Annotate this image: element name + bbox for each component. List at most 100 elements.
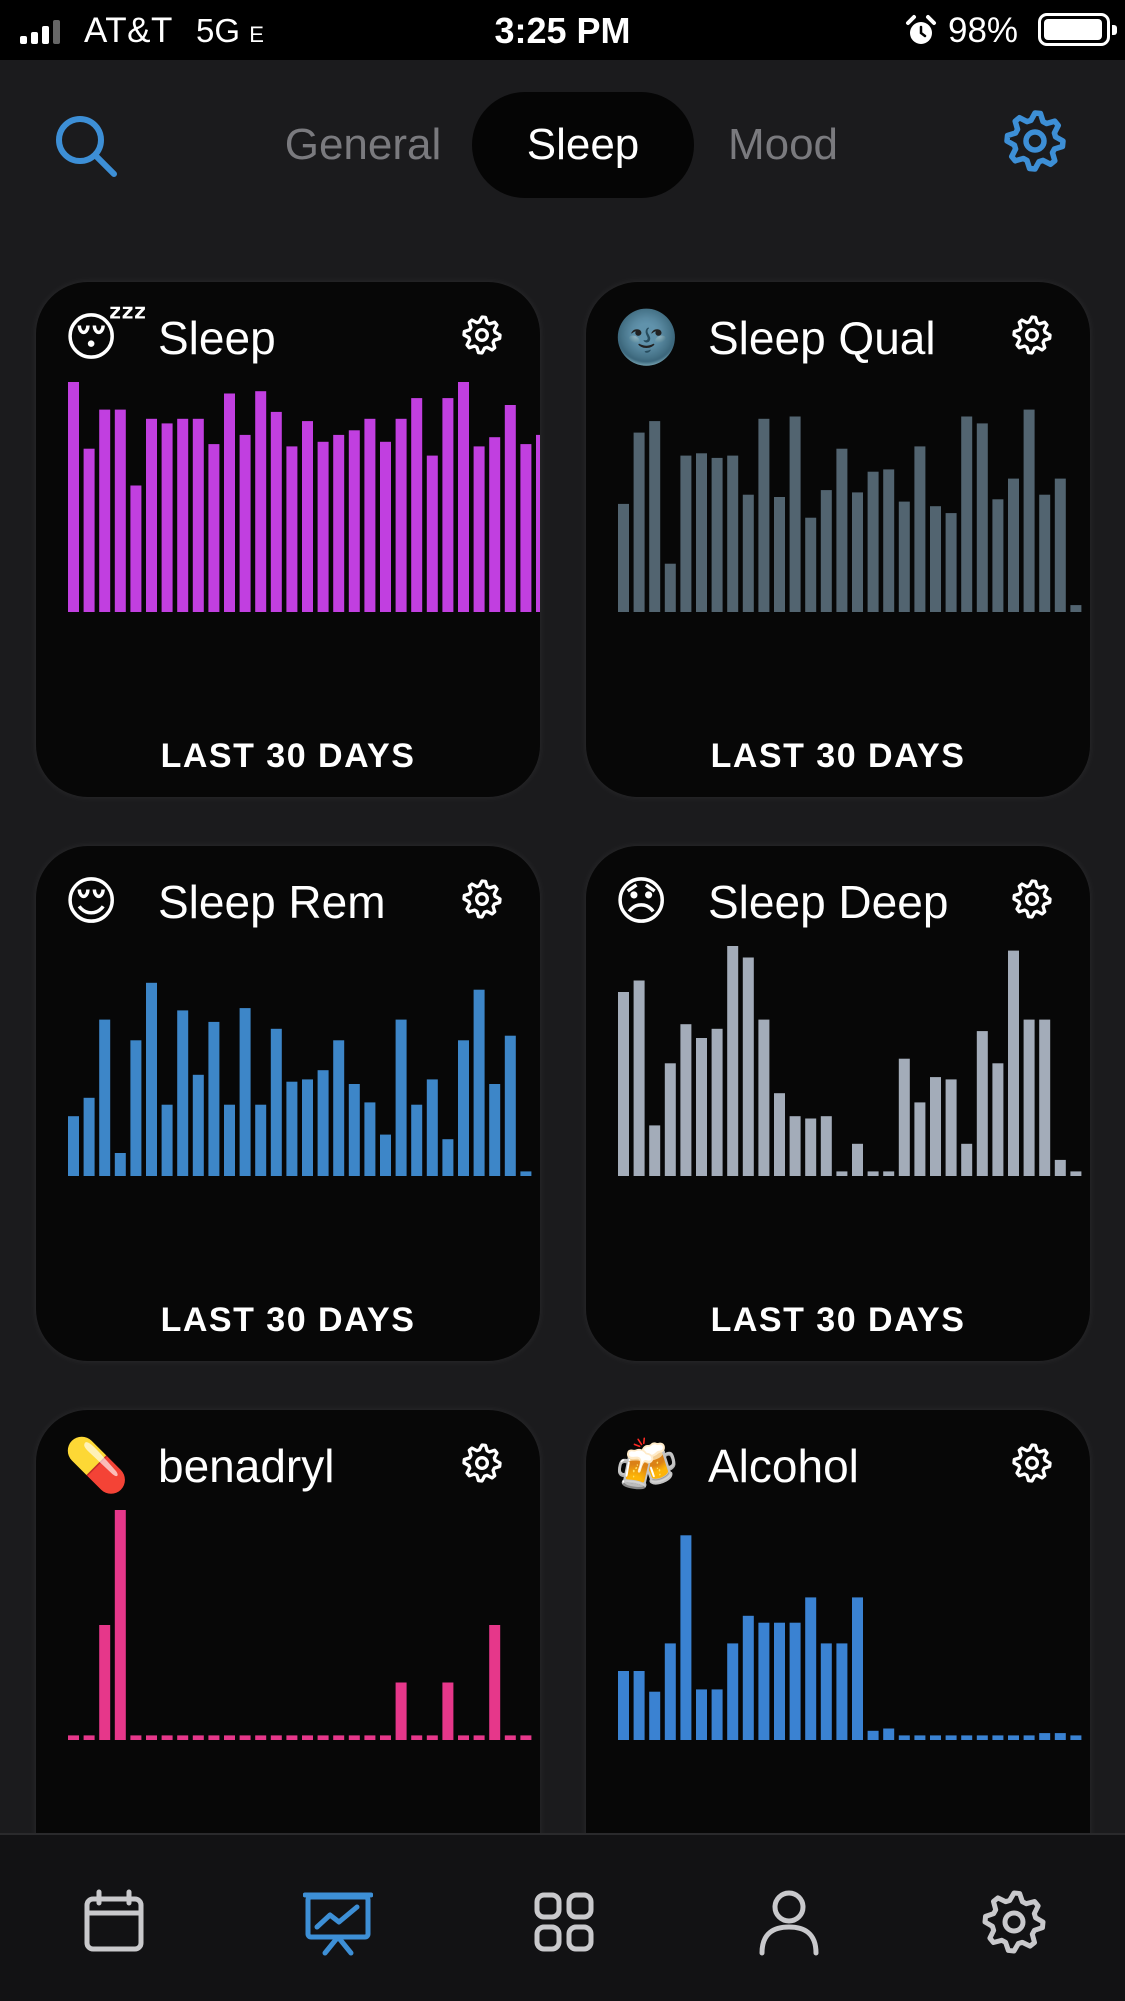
chart-bar [317, 441, 329, 612]
chart-bar [930, 1735, 941, 1740]
chart-bar [380, 1134, 391, 1176]
tracker-card-sleep[interactable]: 😴 Sleep LAST 30 DAYS [36, 282, 540, 797]
chart-bar [1039, 1019, 1051, 1176]
settings-gear-icon[interactable] [1002, 108, 1068, 174]
chart-bar [852, 1597, 863, 1740]
chart-bar [192, 1735, 204, 1740]
card-header: 😌 Sleep Rem [36, 866, 540, 936]
chart-bar [255, 391, 267, 612]
card-settings-gear-icon[interactable] [1010, 313, 1054, 357]
card-settings-gear-icon[interactable] [460, 313, 504, 357]
chart-bar [146, 1735, 157, 1740]
chart-bar [426, 455, 438, 612]
chart-bar [317, 1070, 329, 1176]
chart-bar [473, 446, 485, 612]
chart-bar [945, 1735, 957, 1740]
grid-icon[interactable] [529, 1887, 599, 1957]
chart-bar [649, 1691, 661, 1740]
card-settings-gear-icon[interactable] [460, 1441, 504, 1485]
chart-bar [758, 1622, 770, 1740]
card-header: 🌚 Sleep Qual [586, 302, 1090, 372]
chart-bar [820, 1116, 832, 1176]
card-settings-gear-icon[interactable] [460, 877, 504, 921]
bar-chart [618, 1535, 1082, 1740]
chart-bar [473, 989, 485, 1176]
tab-general[interactable]: General [270, 92, 456, 198]
chart-bar [898, 1058, 910, 1176]
chart-bar [1008, 1735, 1019, 1740]
chart-bar [130, 1735, 142, 1740]
chart-bar [458, 382, 469, 612]
card-header: 💊 benadryl [36, 1430, 540, 1500]
chart-bar [411, 1104, 423, 1176]
chart-bar [789, 416, 801, 612]
chart-bar [898, 1735, 910, 1740]
chart-bar [898, 501, 910, 612]
chart-bar [914, 1735, 926, 1740]
chart-bar [1008, 950, 1019, 1176]
chart-bar [883, 1728, 895, 1740]
card-settings-gear-icon[interactable] [1010, 1441, 1054, 1485]
chart-bar [130, 485, 142, 612]
chart-bar [130, 1040, 142, 1176]
chart-bar [664, 563, 676, 612]
chart-bar [239, 1735, 251, 1740]
chart-bar [680, 1535, 692, 1740]
chart-bar [961, 416, 973, 612]
chart-bar [520, 1735, 532, 1740]
chart-bar [458, 1040, 469, 1176]
tab-sleep[interactable]: Sleep [472, 92, 694, 198]
chart-bar [255, 1735, 267, 1740]
chart-bar [945, 513, 957, 612]
chart-bar [348, 1735, 360, 1740]
chart-bar [161, 1735, 173, 1740]
chart-bar [286, 446, 298, 612]
chart-bar [473, 1735, 485, 1740]
chart-bar [224, 393, 235, 612]
battery-icon [1038, 13, 1117, 46]
chart-bar [883, 469, 895, 612]
chart-bar [270, 411, 282, 612]
chart-bar [820, 1643, 832, 1740]
chart-bar [348, 430, 360, 612]
chart-bar [711, 457, 723, 612]
chart-bar [867, 1730, 879, 1740]
card-settings-gear-icon[interactable] [1010, 877, 1054, 921]
profile-icon[interactable] [754, 1887, 824, 1957]
chart-bar [992, 1735, 1004, 1740]
chart-bar [317, 1735, 329, 1740]
chart-bar [208, 1735, 220, 1740]
chart-bar [1023, 1735, 1035, 1740]
chart-bar [395, 418, 407, 612]
chart-bar [1070, 1735, 1082, 1740]
chart-bar [727, 946, 739, 1176]
chart-bar [836, 1643, 848, 1740]
tracker-card-sleep-deep[interactable]: 😞 Sleep Deep LAST 30 DAYS [586, 846, 1090, 1361]
chart-bar [286, 1735, 298, 1740]
chart-bar [883, 1171, 895, 1176]
chart-bar [442, 1682, 454, 1740]
chart-bar [239, 434, 251, 612]
chart-presentation-icon[interactable] [303, 1887, 373, 1957]
chart-bar [239, 1008, 251, 1176]
bar-chart [68, 982, 532, 1176]
tracker-card-sleep-qual[interactable]: 🌚 Sleep Qual LAST 30 DAYS [586, 282, 1090, 797]
chart-bar [426, 1079, 438, 1176]
chart-bar [618, 503, 629, 612]
chart-bar [914, 1102, 926, 1176]
gear-icon[interactable] [979, 1887, 1049, 1957]
chart-bar [395, 1019, 407, 1176]
chart-bar [68, 1116, 79, 1176]
tracker-card-sleep-rem[interactable]: 😌 Sleep Rem LAST 30 DAYS [36, 846, 540, 1361]
chart-bar [711, 1028, 723, 1176]
tab-mood[interactable]: Mood [712, 92, 854, 198]
chart-bar [789, 1116, 801, 1176]
chart-bar [758, 1019, 770, 1176]
bar-chart [618, 946, 1082, 1176]
chart-bar [333, 1040, 345, 1176]
chart-bar [930, 506, 941, 612]
chart-bar [99, 1625, 111, 1740]
card-footer-label: LAST 30 DAYS [160, 1301, 416, 1339]
calendar-icon[interactable] [79, 1887, 149, 1957]
bar-chart [618, 409, 1082, 612]
